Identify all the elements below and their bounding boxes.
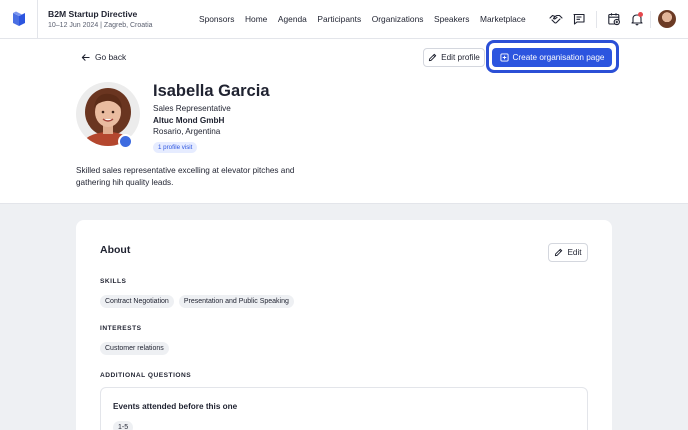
edit-about-label: Edit xyxy=(567,248,582,257)
profile-location: Rosario, Argentina xyxy=(153,127,221,136)
edit-profile-button[interactable]: Edit profile xyxy=(423,48,485,67)
about-title: About xyxy=(100,244,131,256)
skills-label: SKILLS xyxy=(100,278,127,285)
pencil-icon xyxy=(555,248,563,257)
header-divider xyxy=(650,11,651,28)
answer-chip: 1-5 xyxy=(113,421,134,430)
profile-section: Go back Edit profile Create organisation… xyxy=(0,39,688,204)
nav-marketplace[interactable]: Marketplace xyxy=(480,14,526,24)
nav-home[interactable]: Home xyxy=(245,14,267,24)
create-organisation-label: Create organisation page xyxy=(512,53,605,62)
plus-square-icon xyxy=(499,53,509,62)
skills-list: Contract Negotiation Presentation and Pu… xyxy=(100,295,294,308)
handshake-icon[interactable] xyxy=(549,12,563,26)
logo-area[interactable] xyxy=(0,0,38,39)
edit-profile-label: Edit profile xyxy=(441,53,480,62)
additional-questions-label: ADDITIONAL QUESTIONS xyxy=(100,372,192,379)
nav-speakers[interactable]: Speakers xyxy=(434,14,469,24)
profile-bio: Skilled sales representative excelling a… xyxy=(76,166,295,187)
skill-chip: Presentation and Public Speaking xyxy=(178,295,294,308)
chat-icon[interactable] xyxy=(572,12,586,26)
nav-agenda[interactable]: Agenda xyxy=(278,14,307,24)
main-nav: Sponsors Home Agenda Participants Organi… xyxy=(199,14,536,24)
arrow-left-icon xyxy=(81,53,90,61)
create-organisation-button[interactable]: Create organisation page xyxy=(492,48,612,67)
profile-company[interactable]: Altuc Mond GmbH xyxy=(153,116,224,125)
edit-about-button[interactable]: Edit xyxy=(548,243,588,262)
go-back-label: Go back xyxy=(95,52,127,62)
profile-role: Sales Representative xyxy=(153,104,231,113)
question-text: Events attended before this one xyxy=(113,402,238,411)
nav-participants[interactable]: Participants xyxy=(317,14,361,24)
nav-organizations[interactable]: Organizations xyxy=(372,14,424,24)
interests-list: Customer relations xyxy=(100,342,169,355)
interests-label: INTERESTS xyxy=(100,325,142,332)
nav-sponsors[interactable]: Sponsors xyxy=(199,14,234,24)
additional-question-box: Events attended before this one 1-5 xyxy=(100,387,588,430)
about-card: About Edit SKILLS Contract Negotiation P… xyxy=(76,220,612,430)
profile-name: Isabella Garcia xyxy=(153,82,270,100)
online-status-dot xyxy=(118,134,133,149)
skill-chip: Contract Negotiation xyxy=(100,295,174,308)
top-header: B2M Startup Directive 10–12 Jun 2024 | Z… xyxy=(0,0,688,39)
notification-dot xyxy=(638,12,643,17)
interest-chip: Customer relations xyxy=(100,342,169,355)
app-logo-icon xyxy=(13,11,25,26)
event-subtitle: 10–12 Jun 2024 | Zagreb, Croatia xyxy=(48,22,153,29)
pencil-icon xyxy=(429,53,437,62)
header-divider xyxy=(596,11,597,28)
user-avatar[interactable] xyxy=(658,10,676,28)
calendar-add-icon[interactable] xyxy=(607,12,621,26)
event-title: B2M Startup Directive xyxy=(48,9,138,19)
profile-visit-badge: 1 profile visit xyxy=(153,142,198,153)
go-back-link[interactable]: Go back xyxy=(81,52,126,62)
